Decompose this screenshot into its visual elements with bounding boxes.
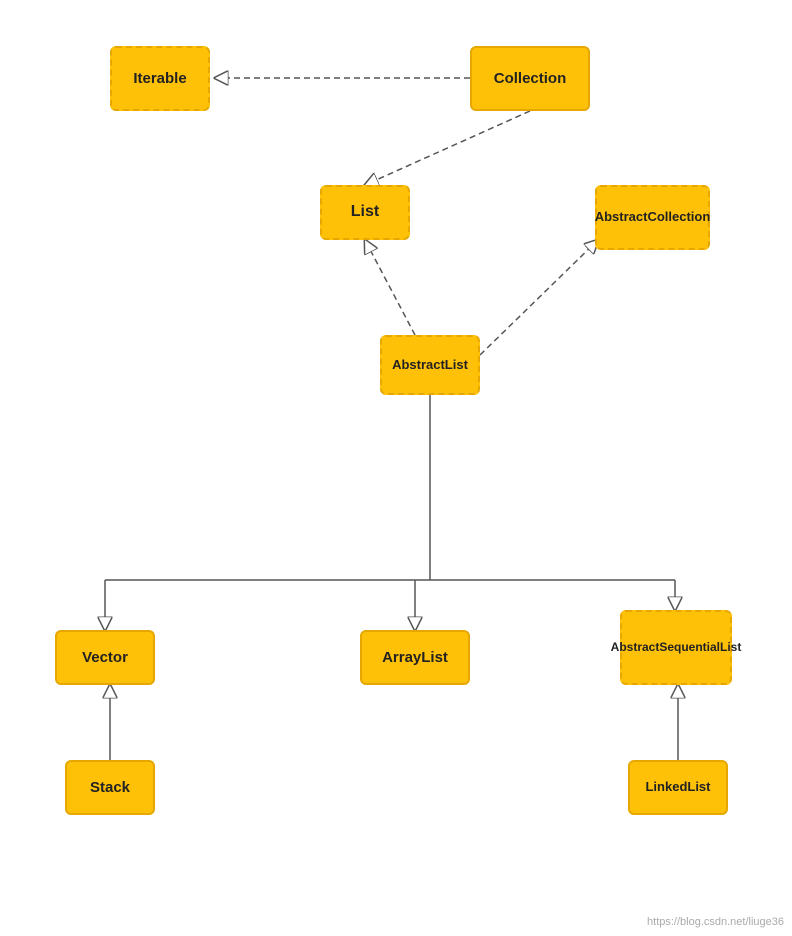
abstractlist-label: AbstractList: [392, 357, 468, 374]
linkedlist-label: LinkedList: [645, 779, 710, 796]
abstractsequentiallist-node: AbstractSequentialList: [620, 610, 732, 685]
watermark-text: https://blog.csdn.net/liuge36: [647, 916, 784, 928]
collection-to-list-arrow: [365, 111, 530, 185]
abstractlist-to-list-arrow: [365, 240, 415, 335]
iterable-node: Iterable: [110, 46, 210, 111]
linkedlist-node: LinkedList: [628, 760, 728, 815]
list-node: List: [320, 185, 410, 240]
stack-node: Stack: [65, 760, 155, 815]
list-label: List: [351, 202, 379, 223]
vector-label: Vector: [82, 648, 128, 668]
abstractsequentiallist-label: AbstractSequentialList: [611, 640, 742, 656]
abstractlist-to-abstractcollection-arrow: [480, 240, 598, 355]
diagram-container: Iterable Collection List AbstractCollect…: [0, 0, 792, 936]
abstractcollection-label: AbstractCollection: [595, 209, 711, 226]
stack-label: Stack: [90, 778, 130, 798]
watermark: https://blog.csdn.net/liuge36: [647, 916, 784, 928]
abstractcollection-node: AbstractCollection: [595, 185, 710, 250]
collection-node: Collection: [470, 46, 590, 111]
arraylist-label: ArrayList: [382, 648, 448, 668]
collection-label: Collection: [494, 69, 567, 89]
vector-node: Vector: [55, 630, 155, 685]
arraylist-node: ArrayList: [360, 630, 470, 685]
iterable-label: Iterable: [133, 69, 186, 89]
abstractlist-node: AbstractList: [380, 335, 480, 395]
